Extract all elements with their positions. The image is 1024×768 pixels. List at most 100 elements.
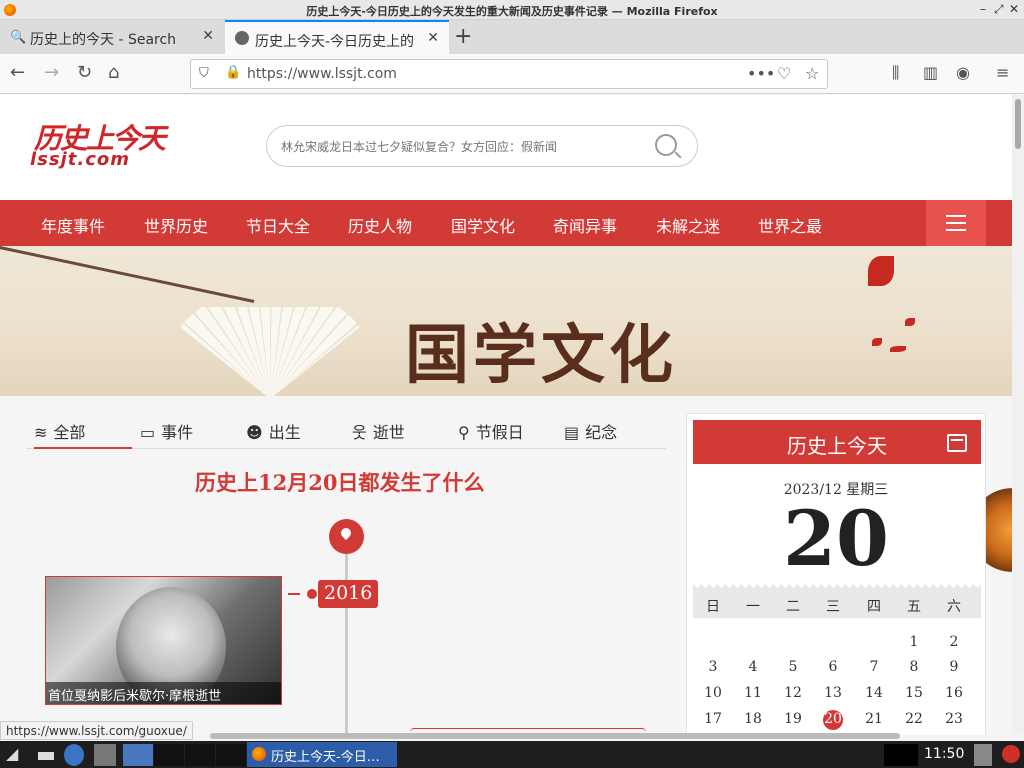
menu-item-world-records[interactable]: 世界之最 (758, 213, 822, 237)
menu-item-curiosities[interactable]: 奇闻异事 (553, 213, 617, 237)
calendar-day[interactable]: 17 (693, 711, 733, 727)
calendar-day[interactable]: 10 (693, 685, 733, 701)
calendar-day[interactable]: 4 (733, 659, 773, 675)
calendar-icon[interactable] (947, 434, 967, 452)
account-icon[interactable]: ◉ (956, 63, 970, 82)
taskbar-window-firefox[interactable]: 历史上今天-今日… (247, 742, 397, 767)
maximize-icon[interactable]: ⤢ (994, 2, 1004, 17)
calendar-day[interactable]: 3 (693, 659, 733, 675)
menu-item-world-history[interactable]: 世界历史 (144, 213, 208, 237)
filter-holidays[interactable]: ⚲ 节假日 (458, 419, 524, 443)
power-icon[interactable] (1002, 745, 1020, 763)
menu-item-chinese-culture[interactable]: 国学文化 (451, 213, 515, 237)
menu-item-mysteries[interactable]: 未解之迷 (656, 213, 720, 237)
hamburger-line (946, 229, 966, 231)
calendar-day[interactable]: 16 (934, 685, 974, 701)
firefox-launcher-icon[interactable] (123, 744, 153, 766)
calendar-day[interactable]: 9 (934, 659, 974, 675)
start-menu-icon[interactable]: ◢ (6, 744, 18, 766)
clock: 11:50 (924, 746, 965, 762)
site-logo[interactable]: 历史上今天 lssjt.com (30, 117, 170, 172)
calendar-day[interactable]: 12 (773, 685, 813, 701)
event-year-badge: 2016 (318, 580, 379, 608)
calendar-widget: 历史上今天 2023/12 星期三 20 日 一 二 三 四 五 六 12345… (686, 413, 986, 735)
calendar-today[interactable]: 20 (813, 710, 853, 730)
filter-events[interactable]: ▭ 事件 (140, 419, 193, 443)
tab-label: 历史上的今天 - Search (30, 32, 177, 48)
filter-all[interactable]: ≋ 全部 (34, 419, 132, 449)
vertical-scrollbar[interactable] (1012, 95, 1024, 735)
calendar-week-row: 3456789 (693, 659, 981, 685)
calendar-day[interactable]: 15 (894, 685, 934, 701)
calendar-day[interactable]: 2 (934, 634, 974, 650)
filter-deaths[interactable]: 웃 逝世 (352, 419, 405, 443)
calendar-day[interactable]: 23 (934, 711, 974, 727)
calendar-day[interactable]: 14 (854, 685, 894, 701)
layers-icon: ≋ (34, 423, 48, 442)
filter-memorials[interactable]: ▤ 纪念 (564, 419, 617, 443)
workspace-3[interactable] (216, 744, 246, 766)
tab-search[interactable]: 🔍 历史上的今天 - Search ✕ (0, 20, 224, 54)
calendar-day[interactable]: 13 (813, 685, 853, 701)
menu-hamburger-button[interactable] (926, 200, 986, 246)
weekday-label: 四 (867, 599, 881, 615)
file-manager-icon[interactable] (94, 744, 116, 766)
new-tab-button[interactable]: + (454, 24, 472, 49)
calendar-day[interactable]: 7 (854, 659, 894, 675)
horizontal-scrollbar[interactable] (210, 733, 900, 739)
page-actions-icon[interactable]: ••• (747, 64, 775, 83)
reload-button[interactable]: ↻ (77, 62, 92, 83)
calendar-day[interactable]: 8 (894, 659, 934, 675)
calendar-day[interactable]: 5 (773, 659, 813, 675)
browser-launcher-icon[interactable] (64, 744, 84, 766)
close-tab-icon[interactable]: ✕ (427, 30, 439, 46)
lock-icon[interactable]: 🔒 (225, 65, 241, 80)
firefox-icon (252, 747, 266, 761)
weekday-label: 二 (786, 599, 800, 615)
menu-item-annual-events[interactable]: 年度事件 (41, 213, 105, 237)
tab-lssjt[interactable]: 历史上今天-今日历史上的今天发生的重大新闻及历史事件记录 ✕ (225, 20, 449, 54)
minimize-icon[interactable]: – (980, 2, 986, 16)
url-text[interactable]: https://www.lssjt.com (247, 66, 397, 82)
tracking-shield-icon[interactable]: ⛉ (199, 66, 209, 81)
banner-title: 国学文化 (405, 318, 677, 393)
hamburger-line (946, 222, 966, 224)
sidebar-icon[interactable]: ▥ (923, 63, 938, 82)
tab-strip: 🔍 历史上的今天 - Search ✕ 历史上今天-今日历史上的今天发生的重大新… (0, 20, 1024, 54)
calendar-day[interactable]: 21 (854, 711, 894, 727)
calendar-day[interactable]: 1 (894, 634, 934, 650)
menu-item-historical-figures[interactable]: 历史人物 (348, 213, 412, 237)
hamburger-line (946, 215, 966, 217)
hamburger-menu-icon[interactable]: ≡ (996, 63, 1009, 82)
calendar-day[interactable]: 19 (773, 711, 813, 727)
show-desktop-icon[interactable] (38, 752, 54, 760)
home-button[interactable]: ⌂ (108, 62, 119, 83)
pocket-icon[interactable]: ♡ (777, 64, 791, 83)
menu-item-festivals[interactable]: 节日大全 (246, 213, 310, 237)
status-link-url: https://www.lssjt.com/guoxue/ (0, 721, 193, 740)
calendar-day[interactable]: 6 (813, 659, 853, 675)
tray-indicator (884, 744, 918, 766)
calendar-day[interactable]: 18 (733, 711, 773, 727)
close-tab-icon[interactable]: ✕ (202, 28, 214, 44)
timeline-dot (307, 589, 317, 599)
event-caption[interactable]: 首位戛纳影后米歇尔·摩根逝世 (46, 682, 281, 704)
network-tray-icon[interactable] (974, 744, 992, 766)
search-input[interactable] (281, 136, 641, 158)
url-bar[interactable]: ⛉ 🔒 https://www.lssjt.com ••• ♡ ☆ (190, 59, 828, 89)
calendar-day[interactable]: 11 (733, 685, 773, 701)
workspace-1[interactable] (154, 744, 184, 766)
forward-button[interactable]: → (44, 62, 59, 83)
calendar-title: 历史上今天 (787, 434, 887, 458)
close-window-icon[interactable]: ✕ (1009, 2, 1019, 16)
back-button[interactable]: ← (10, 62, 25, 83)
workspace-2[interactable] (185, 744, 215, 766)
scrollbar-thumb[interactable] (1015, 99, 1021, 149)
bookmark-star-icon[interactable]: ☆ (805, 64, 819, 83)
calendar-day[interactable]: 22 (894, 711, 934, 727)
event-card[interactable]: 首位戛纳影后米歇尔·摩根逝世 (45, 576, 282, 705)
library-icon[interactable]: ⫼ (892, 63, 899, 83)
search-icon[interactable] (655, 134, 677, 156)
filter-births[interactable]: ☻ 出生 (246, 419, 301, 443)
main-menu: 年度事件 世界历史 节日大全 历史人物 国学文化 奇闻异事 未解之迷 世界之最 (0, 200, 1012, 246)
